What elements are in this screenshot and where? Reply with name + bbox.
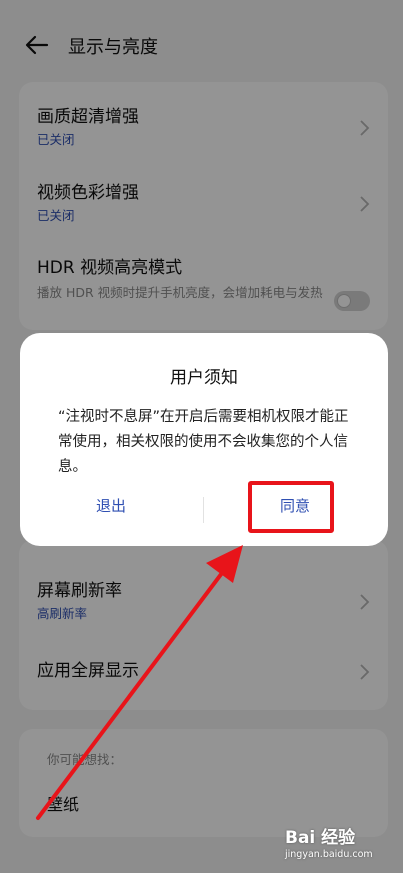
baidu-jingyan-watermark: Bai 经验 jingyan.baidu.com bbox=[285, 823, 395, 867]
button-divider bbox=[203, 497, 204, 523]
watermark-url: jingyan.baidu.com bbox=[285, 849, 373, 860]
watermark-brand: Bai 经验 bbox=[285, 828, 356, 848]
dialog-title: 用户须知 bbox=[170, 368, 238, 388]
annotation-highlight-box bbox=[248, 481, 334, 533]
exit-button[interactable]: 退出 bbox=[66, 495, 156, 516]
dialog-message: “注视时不息屏”在开启后需要相机权限才能正常使用，相关权限的使用不会收集您的个人… bbox=[58, 409, 349, 475]
